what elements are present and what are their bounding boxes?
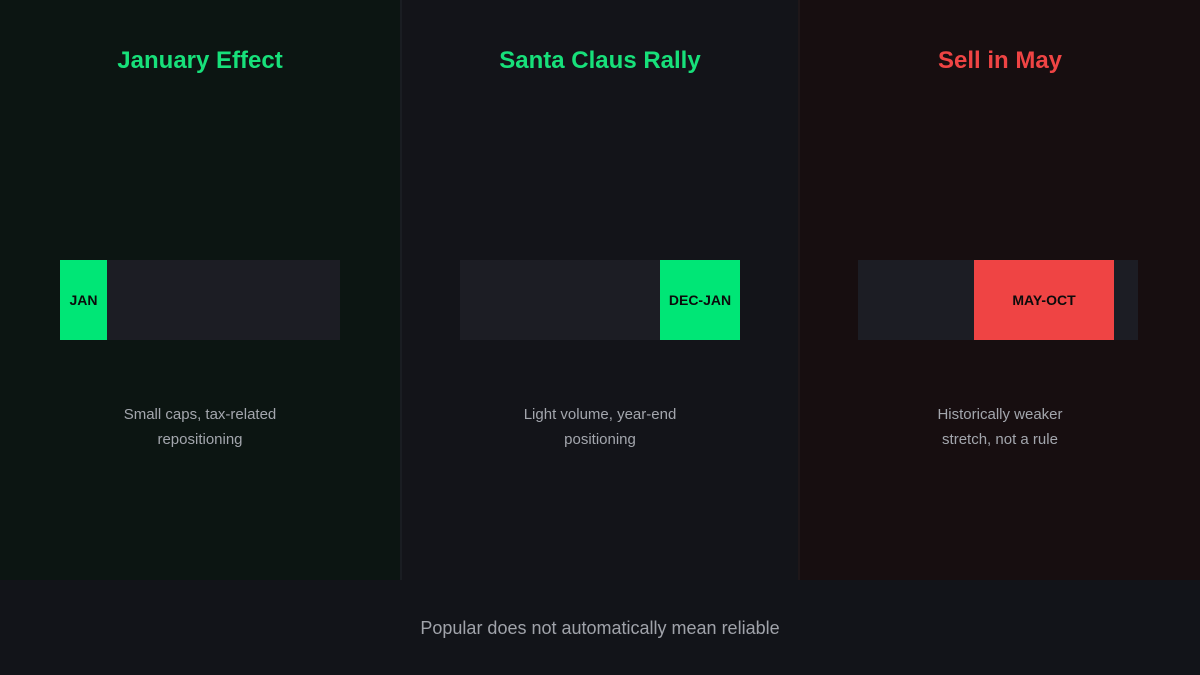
description-line: Historically weaker xyxy=(937,406,1063,423)
calendar-track: MAY-OCT xyxy=(858,260,1138,340)
panel-title: Santa Claus Rally xyxy=(499,47,701,74)
panels: January Effect JAN Small caps, tax-relat… xyxy=(0,0,1200,580)
panel-title: January Effect xyxy=(117,47,283,74)
panel-january-effect: January Effect JAN Small caps, tax-relat… xyxy=(0,0,400,580)
segment-label: MAY-OCT xyxy=(1012,292,1076,308)
highlight-segment: JAN xyxy=(60,260,107,340)
calendar-track: DEC-JAN xyxy=(460,260,740,340)
panel-sell-in-may: Sell in May MAY-OCT Historically weaker … xyxy=(800,0,1200,580)
segment-label: JAN xyxy=(69,292,98,308)
panel-title: Sell in May xyxy=(937,47,1063,74)
description-line: positioning xyxy=(564,431,636,448)
footer-caption: Popular does not automatically mean reli… xyxy=(420,618,780,638)
description-line: Small caps, tax-related xyxy=(123,406,277,423)
description-line: repositioning xyxy=(157,431,243,448)
highlight-segment: MAY-OCT xyxy=(974,260,1114,340)
highlight-segment: DEC-JAN xyxy=(660,260,740,340)
calendar-track: JAN xyxy=(60,260,340,340)
segment-label: DEC-JAN xyxy=(668,292,732,308)
panel-description: Light volume, year-end positioning xyxy=(402,402,798,452)
description-line: stretch, not a rule xyxy=(942,431,1058,448)
description-line: Light volume, year-end xyxy=(523,406,677,423)
panel-description: Historically weaker stretch, not a rule xyxy=(800,402,1200,452)
panel-description: Small caps, tax-related repositioning xyxy=(0,402,400,452)
panel-santa-claus-rally: Santa Claus Rally DEC-JAN Light volume, … xyxy=(400,0,800,580)
